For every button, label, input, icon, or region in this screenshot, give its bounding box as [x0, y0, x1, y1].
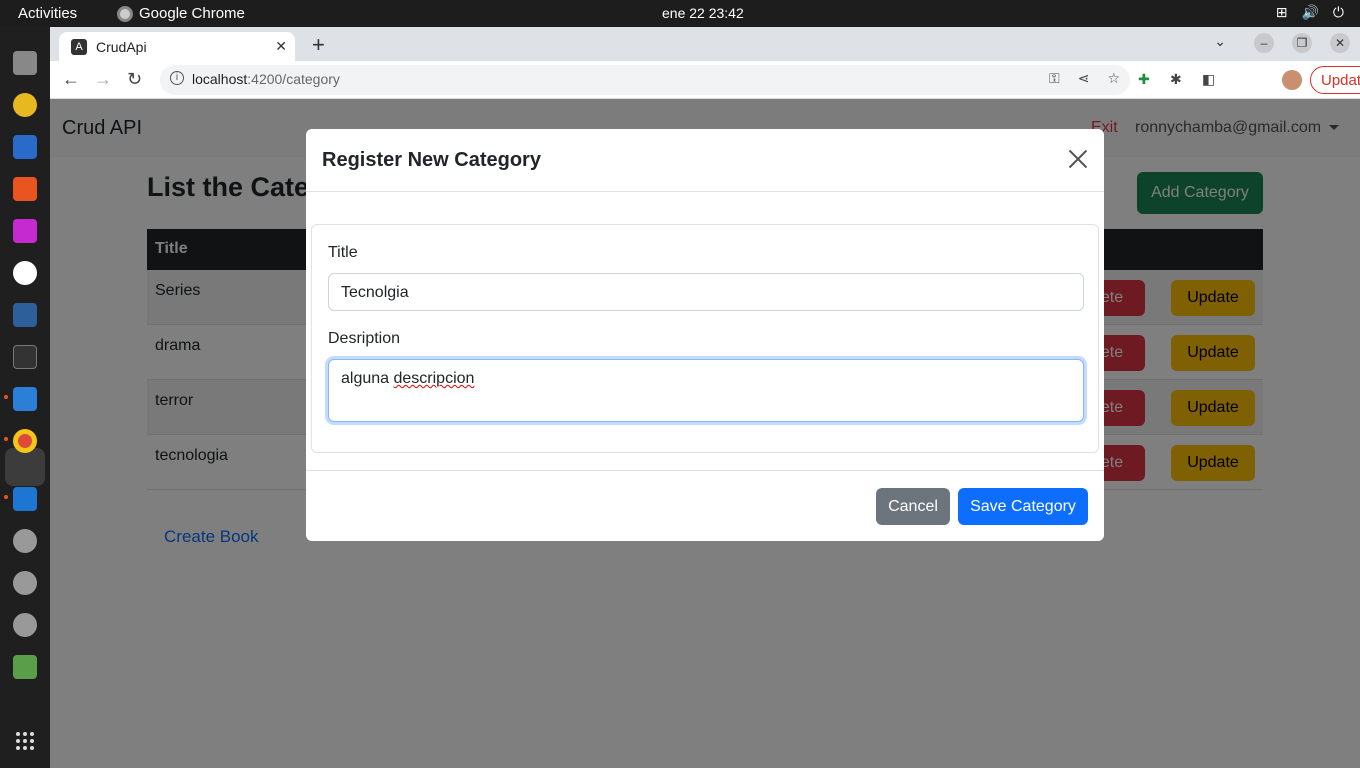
restore-icon[interactable]: ❐	[1292, 33, 1312, 53]
files-icon[interactable]	[13, 51, 37, 75]
activities-button[interactable]: Activities	[18, 5, 77, 22]
disk-icon[interactable]	[13, 613, 37, 637]
chrome-icon	[117, 5, 133, 22]
share-icon[interactable]: ⋖	[1078, 70, 1090, 87]
system-tray[interactable]: ⊞ 🔊 ⏻	[1276, 4, 1344, 21]
intellij-ce-icon[interactable]	[13, 487, 37, 511]
profile-avatar[interactable]	[1282, 70, 1302, 90]
trash-icon[interactable]	[13, 655, 37, 679]
title-field[interactable]: Tecnolgia	[328, 273, 1084, 311]
address-bar[interactable]: i localhost:4200/category ⚿ ⋖ ☆	[160, 65, 1130, 95]
modal-footer: Cancel Save Category	[306, 470, 1104, 541]
tab-close-icon[interactable]: ✕	[275, 38, 287, 55]
terminal-icon[interactable]	[13, 345, 37, 369]
register-category-modal: Register New Category Title Tecnolgia De…	[306, 129, 1104, 541]
browser-toolbar: ← → ↻ i localhost:4200/category ⚿ ⋖ ☆ ✚ …	[50, 61, 1360, 99]
angular-favicon-icon: A	[71, 38, 87, 55]
extension-plus-icon[interactable]: ✚	[1138, 71, 1150, 88]
dock-active-highlight	[5, 448, 45, 486]
tab-strip: A CrudApi ✕ + ⌄ – ❐ ✕	[50, 27, 1360, 61]
close-window-icon[interactable]: ✕	[1330, 33, 1350, 53]
site-info-icon[interactable]: i	[170, 71, 184, 85]
description-label: Desription	[328, 330, 401, 347]
writer-icon[interactable]	[13, 135, 37, 159]
save-category-button[interactable]: Save Category	[958, 488, 1088, 525]
modal-title: Register New Category	[322, 149, 541, 171]
description-field[interactable]: alguna descripcion	[328, 359, 1084, 422]
network-icon[interactable]: ⊞	[1276, 4, 1288, 21]
chrome-dock-icon[interactable]	[13, 429, 37, 453]
rhythmbox-icon[interactable]	[13, 93, 37, 117]
disk-icon[interactable]	[13, 571, 37, 595]
omnibox-actions: ⚿ ⋖ ☆	[1049, 70, 1120, 87]
minimize-icon[interactable]: –	[1254, 33, 1274, 53]
close-icon[interactable]	[1066, 147, 1090, 171]
title-label: Title	[328, 244, 358, 261]
dock	[0, 27, 50, 768]
running-indicator	[4, 495, 8, 499]
system-top-bar: Activities Google Chrome ene 22 23:42 ⊞ …	[0, 0, 1360, 27]
key-icon[interactable]: ⚿	[1049, 70, 1060, 87]
app-menu[interactable]: Google Chrome	[117, 5, 245, 22]
intellij-icon[interactable]	[13, 219, 37, 243]
cancel-button[interactable]: Cancel	[876, 488, 950, 525]
clock[interactable]: ene 22 23:42	[662, 5, 744, 21]
extensions-puzzle-icon[interactable]: ✱	[1170, 71, 1182, 88]
back-icon[interactable]: ←	[62, 69, 80, 90]
reload-icon[interactable]: ↻	[127, 69, 142, 90]
new-tab-icon[interactable]: +	[312, 32, 325, 58]
window-controls: – ❐ ✕	[1254, 33, 1350, 53]
power-icon[interactable]: ⏻	[1333, 4, 1344, 21]
tab-crudapi[interactable]: A CrudApi ✕	[59, 32, 295, 61]
volume-icon[interactable]: 🔊	[1301, 4, 1318, 21]
running-indicator	[4, 437, 8, 441]
chrome-update-button[interactable]: Update ⋮	[1310, 66, 1360, 94]
software-icon[interactable]	[13, 177, 37, 201]
url-text[interactable]: localhost:4200/category	[192, 71, 340, 87]
show-apps-icon[interactable]	[16, 732, 34, 750]
bookmark-star-icon[interactable]: ☆	[1107, 70, 1120, 87]
app-name: Google Chrome	[139, 5, 245, 22]
mysql-workbench-icon[interactable]	[13, 303, 37, 327]
tab-search-chevron-icon[interactable]: ⌄	[1214, 33, 1226, 50]
modal-header: Register New Category	[306, 129, 1104, 192]
vscode-icon[interactable]	[13, 387, 37, 411]
side-panel-icon[interactable]: ◧	[1202, 71, 1215, 88]
webstorm-icon[interactable]	[13, 261, 37, 285]
forward-icon[interactable]: →	[94, 69, 112, 90]
tab-title: CrudApi	[96, 38, 147, 55]
category-form: Title Tecnolgia Desription alguna descri…	[311, 224, 1099, 453]
disk-icon[interactable]	[13, 529, 37, 553]
running-indicator	[4, 395, 8, 399]
